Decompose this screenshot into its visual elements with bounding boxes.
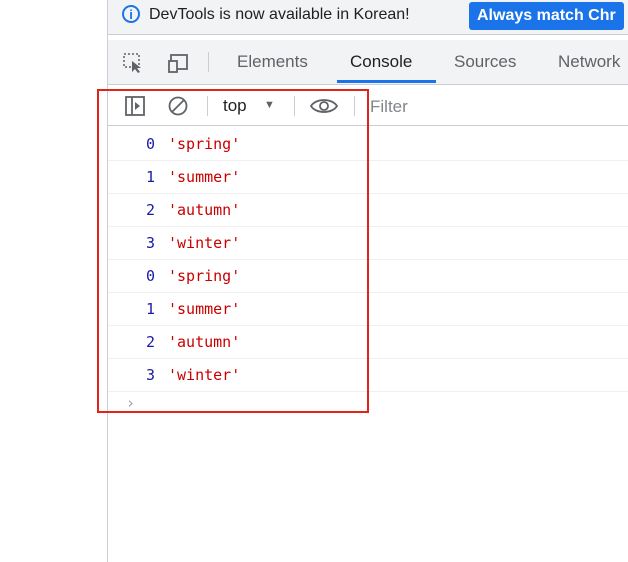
message-value: 'summer' (168, 300, 241, 318)
console-message: 1 'summer' (108, 293, 628, 326)
language-infobar: i DevTools is now available in Korean! A… (108, 0, 628, 35)
devtools-panel: i DevTools is now available in Korean! A… (108, 0, 628, 562)
message-index: 0 (146, 267, 156, 285)
filter-input[interactable] (370, 94, 620, 120)
always-match-language-button[interactable]: Always match Chr (469, 2, 624, 30)
console-message: 2 'autumn' (108, 326, 628, 359)
console-message: 1 'summer' (108, 161, 628, 194)
message-index: 3 (146, 366, 156, 384)
message-value: 'autumn' (168, 333, 241, 351)
console-message: 3 'winter' (108, 227, 628, 260)
message-index: 2 (146, 201, 156, 219)
console-message: 0 'spring' (108, 260, 628, 293)
tab-sources[interactable]: Sources (454, 52, 516, 72)
inspect-element-icon[interactable] (122, 52, 146, 74)
console-message: 0 'spring' (108, 128, 628, 161)
toolbar-separator (354, 96, 355, 116)
message-value: 'winter' (168, 366, 241, 384)
message-index: 1 (146, 168, 156, 186)
message-value: 'winter' (168, 234, 241, 252)
message-value: 'autumn' (168, 201, 241, 219)
console-toolbar: top ▼ (108, 88, 628, 126)
tab-network[interactable]: Network (558, 52, 620, 72)
info-icon: i (122, 5, 140, 23)
console-messages: 0 'spring' 1 'summer' 2 'autumn' 3 'wint… (108, 128, 628, 416)
tab-console[interactable]: Console (350, 52, 412, 72)
clear-console-icon[interactable] (167, 95, 189, 117)
device-toolbar-icon[interactable] (168, 52, 192, 74)
toolbar-separator (208, 52, 209, 72)
message-value: 'spring' (168, 135, 241, 153)
infobar-message: DevTools is now available in Korean! (149, 6, 410, 23)
active-tab-indicator (337, 80, 436, 83)
console-prompt[interactable]: › (108, 392, 628, 416)
console-message: 2 'autumn' (108, 194, 628, 227)
show-sidebar-icon[interactable] (124, 95, 146, 117)
message-value: 'spring' (168, 267, 241, 285)
dropdown-arrow-icon[interactable]: ▼ (264, 99, 275, 111)
console-message: 3 'winter' (108, 359, 628, 392)
main-tab-bar: Elements Console Sources Network (108, 40, 628, 85)
context-selector[interactable]: top (223, 96, 247, 116)
message-index: 3 (146, 234, 156, 252)
message-value: 'summer' (168, 168, 241, 186)
prompt-chevron-icon: › (126, 394, 136, 412)
message-index: 0 (146, 135, 156, 153)
live-expression-eye-icon[interactable] (309, 95, 339, 117)
tab-elements[interactable]: Elements (237, 52, 308, 72)
toolbar-separator (207, 96, 208, 116)
toolbar-separator (294, 96, 295, 116)
message-index: 2 (146, 333, 156, 351)
message-index: 1 (146, 300, 156, 318)
